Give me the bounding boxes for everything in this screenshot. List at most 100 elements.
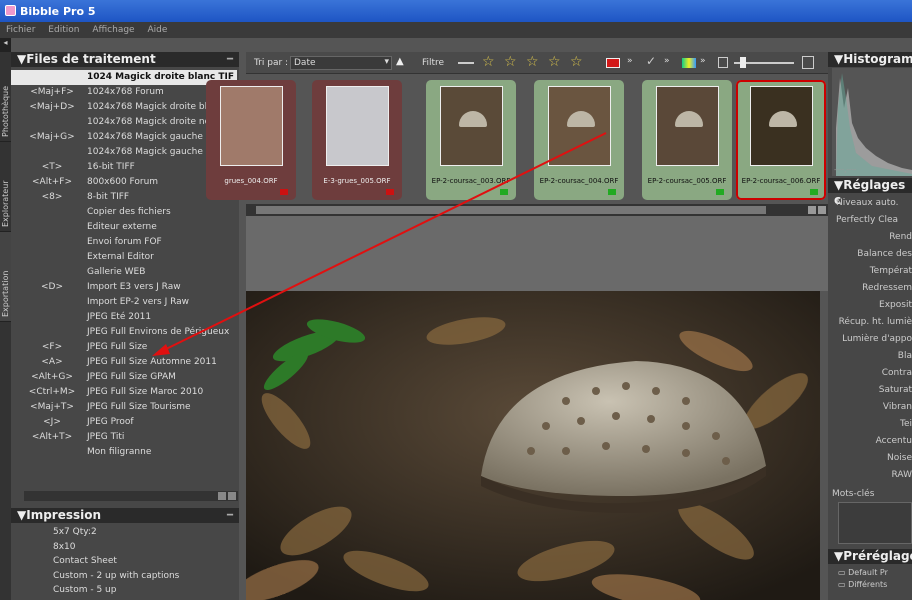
menu-aide[interactable]: Aide bbox=[147, 25, 167, 35]
processing-queue-item[interactable]: JPEG Eté 2011 bbox=[11, 310, 239, 325]
print-item[interactable]: 5x7 Qty:2 bbox=[53, 525, 179, 540]
setting-row[interactable]: Saturat bbox=[828, 384, 912, 396]
processing-queue-item[interactable]: <Ctrl+M> JPEG Full Size Maroc 2010 bbox=[11, 385, 239, 400]
settings-header[interactable]: ▼Réglages c bbox=[828, 178, 912, 207]
filter-label[interactable]: Filtre bbox=[422, 58, 444, 68]
more-icon[interactable]: » bbox=[627, 56, 633, 66]
preset-item[interactable]: ▭ Default Pr bbox=[838, 567, 888, 579]
scroll-thumb[interactable] bbox=[256, 206, 766, 214]
processing-queue-item[interactable]: <Alt+T> JPEG Titi bbox=[11, 430, 239, 445]
menu-edition[interactable]: Edition bbox=[48, 25, 79, 35]
files-scrollbar[interactable] bbox=[24, 491, 238, 501]
setting-row[interactable]: Lumière d'appo bbox=[828, 333, 912, 345]
processing-queue-item[interactable]: External Editor bbox=[11, 250, 239, 265]
processing-queue-item[interactable]: <T> 16-bit TIFF bbox=[11, 160, 239, 175]
no-rating-icon[interactable] bbox=[458, 62, 474, 64]
setting-row[interactable]: Contra bbox=[828, 367, 912, 379]
processing-queue-item[interactable]: <8> 8-bit TIFF bbox=[11, 190, 239, 205]
scroll-right-icon[interactable] bbox=[818, 206, 826, 214]
processing-queue-item[interactable]: Gallerie WEB bbox=[11, 265, 239, 280]
setting-row[interactable]: Exposit bbox=[828, 299, 912, 311]
thumbnail[interactable]: EP-2-coursac_004.ORF bbox=[534, 80, 624, 200]
tag-color-icon[interactable] bbox=[682, 58, 696, 68]
setting-row[interactable]: Tei bbox=[828, 418, 912, 430]
pin-icon[interactable]: ━ bbox=[227, 508, 233, 523]
processing-queue-item[interactable]: <Maj+T> JPEG Full Size Tourisme bbox=[11, 400, 239, 415]
print-item[interactable]: Contact Sheet bbox=[53, 554, 179, 569]
more-icon[interactable]: » bbox=[700, 56, 706, 66]
setting-row[interactable]: Redressem bbox=[828, 282, 912, 294]
setting-row[interactable]: Noise bbox=[828, 452, 912, 464]
tab-explorateur[interactable]: Explorateur bbox=[0, 142, 11, 232]
histogram-header[interactable]: ▼Histogramme bbox=[828, 52, 912, 67]
thumbnail[interactable]: EP-2-coursac_005.ORF bbox=[642, 80, 732, 200]
files-panel-header[interactable]: ▼Files de traitement ━ bbox=[11, 52, 239, 67]
sort-select[interactable]: Date ▾ bbox=[290, 56, 392, 70]
processing-queue-item[interactable]: <J> JPEG Proof bbox=[11, 415, 239, 430]
collapse-arrow-icon[interactable]: ◂ bbox=[0, 38, 11, 52]
print-item[interactable]: 8x10 bbox=[53, 540, 179, 555]
star-3-icon[interactable]: ☆ bbox=[526, 54, 539, 70]
scroll-right-icon[interactable] bbox=[228, 492, 236, 500]
processing-queue-item[interactable]: <Alt+G> JPEG Full Size GPAM bbox=[11, 370, 239, 385]
print-item[interactable]: Custom - 2 up with captions bbox=[53, 569, 179, 584]
processing-queue-item[interactable]: <A> JPEG Full Size Automne 2011 bbox=[11, 355, 239, 370]
thumbnail[interactable]: E-3-grues_005.ORF bbox=[312, 80, 402, 200]
tab-exportation[interactable]: Exportation bbox=[0, 232, 11, 322]
setting-row[interactable]: Vibran bbox=[828, 401, 912, 413]
processing-queue-item[interactable]: <D> Import E3 vers J Raw bbox=[11, 280, 239, 295]
processing-queue-item[interactable]: Mon filigranne bbox=[11, 445, 239, 460]
menu-affichage[interactable]: Affichage bbox=[92, 25, 134, 35]
star-2-icon[interactable]: ☆ bbox=[504, 54, 517, 70]
print-item[interactable]: Custom - 5 up bbox=[53, 583, 179, 598]
checkmark-icon[interactable]: ✓ bbox=[646, 54, 656, 68]
scroll-left-icon[interactable] bbox=[218, 492, 226, 500]
processing-queue-item[interactable]: 1024x768 Magick gauche noir bbox=[11, 145, 239, 160]
main-photo-preview[interactable] bbox=[246, 291, 820, 600]
processing-queue-item[interactable]: <F> JPEG Full Size bbox=[11, 340, 239, 355]
star-5-icon[interactable]: ☆ bbox=[570, 54, 583, 70]
tab-phototheque[interactable]: Photothèque bbox=[0, 52, 11, 142]
presets-header[interactable]: ▼Préréglage bbox=[828, 549, 912, 564]
thumbnail[interactable]: grues_004.ORF bbox=[206, 80, 296, 200]
sort-direction-icon[interactable]: ▲ bbox=[396, 56, 404, 67]
slider-handle[interactable] bbox=[740, 57, 746, 68]
setting-row[interactable]: RAW bbox=[828, 469, 912, 481]
large-thumb-icon[interactable] bbox=[802, 56, 814, 69]
setting-row[interactable]: Récup. ht. lumiè bbox=[828, 316, 912, 328]
setting-row[interactable]: Balance des bbox=[828, 248, 912, 260]
setting-row[interactable]: Accentu bbox=[828, 435, 912, 447]
thumbnail[interactable]: EP-2-coursac_006.ORF bbox=[736, 80, 826, 200]
processing-queue-item[interactable]: <Maj+D> 1024x768 Magick droite blanc bbox=[11, 100, 239, 115]
more-icon[interactable]: » bbox=[664, 56, 670, 66]
thumbnail-scrollbar[interactable] bbox=[246, 204, 828, 216]
setting-label: Balance des bbox=[857, 249, 912, 259]
scroll-left-icon[interactable] bbox=[808, 206, 816, 214]
processing-queue-item[interactable]: <Alt+F> 800x600 Forum bbox=[11, 175, 239, 190]
menu-fichier[interactable]: Fichier bbox=[6, 25, 35, 35]
processing-queue-item[interactable]: Envoi forum FOF bbox=[11, 235, 239, 250]
thumbnail[interactable]: EP-2-coursac_003.ORF bbox=[426, 80, 516, 200]
impression-panel-header[interactable]: ▼Impression ━ bbox=[11, 508, 239, 523]
processing-queue-item[interactable]: <Maj+G> 1024x768 Magick gauche blanc bbox=[11, 130, 239, 145]
processing-queue-item[interactable]: 1024x768 Magick droite noir bbox=[11, 115, 239, 130]
preset-item[interactable]: ▭ Différents bbox=[838, 579, 888, 591]
processing-queue-item[interactable]: Copier des fichiers bbox=[11, 205, 239, 220]
setting-row[interactable]: Bla bbox=[828, 350, 912, 362]
processing-queue-item[interactable]: Editeur externe bbox=[11, 220, 239, 235]
setting-row[interactable]: Rend bbox=[828, 231, 912, 243]
pin-icon[interactable]: ━ bbox=[227, 52, 233, 67]
processing-queue-item[interactable]: <Maj+F> 1024x768 Forum bbox=[11, 85, 239, 100]
setting-row[interactable]: Perfectly Clea bbox=[828, 214, 912, 226]
processing-queue-item[interactable]: JPEG Full Environs de Périgueux bbox=[11, 325, 239, 340]
setting-row[interactable]: Niveaux auto. bbox=[828, 197, 912, 209]
processing-queue-item[interactable]: 1024 Magick droite blanc TIF bbox=[11, 70, 239, 85]
processing-queue-item[interactable]: Import EP-2 vers J Raw bbox=[11, 295, 239, 310]
keywords-field[interactable] bbox=[838, 502, 912, 544]
setting-row[interactable]: Températ bbox=[828, 265, 912, 277]
star-1-icon[interactable]: ☆ bbox=[482, 54, 495, 70]
star-4-icon[interactable]: ☆ bbox=[548, 54, 561, 70]
small-thumb-icon[interactable] bbox=[718, 57, 728, 68]
setting-label: Accentu bbox=[875, 436, 912, 446]
color-label-icon[interactable] bbox=[606, 58, 620, 68]
